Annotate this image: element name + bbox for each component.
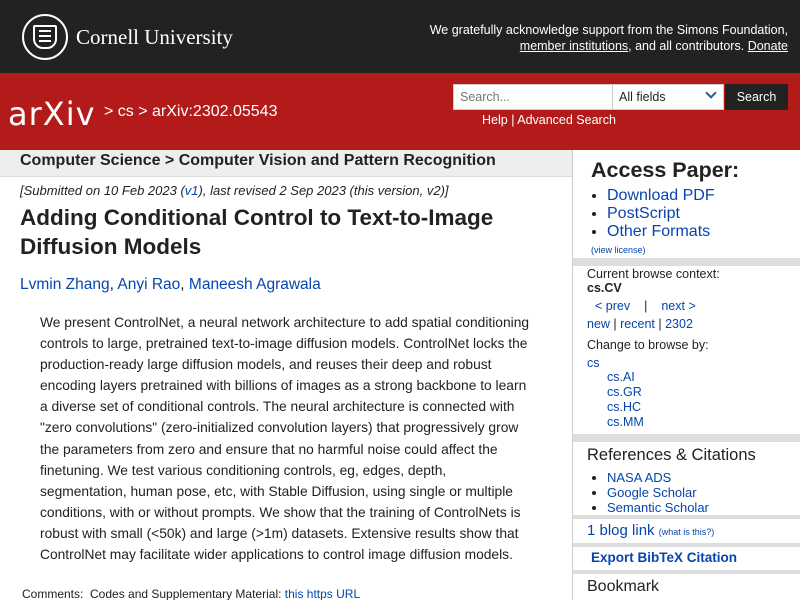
- other-formats-link[interactable]: Other Formats: [607, 223, 710, 240]
- member-institutions-link[interactable]: member institutions: [520, 39, 628, 53]
- abstract: We present ControlNet, a neural network …: [40, 315, 530, 563]
- download-pdf-link[interactable]: Download PDF: [607, 187, 715, 204]
- paper-title: Adding Conditional Control to Text-to-Im…: [20, 205, 494, 259]
- what-is-this-link[interactable]: (what is this?): [659, 527, 715, 537]
- support-text: We gratefully acknowledge support from t…: [429, 23, 788, 53]
- references-heading: References & Citations: [587, 446, 756, 464]
- submission-dateline: [Submitted on 10 Feb 2023 (v1), last rev…: [20, 183, 449, 198]
- author-link[interactable]: Anyi Rao: [117, 276, 180, 293]
- prev-link[interactable]: < prev: [595, 299, 630, 313]
- top-bar: Cornell University We gratefully acknowl…: [0, 0, 800, 73]
- blog-link[interactable]: 1 blog link: [587, 522, 655, 539]
- divider: [573, 258, 800, 266]
- recent-link[interactable]: recent: [620, 317, 655, 331]
- advanced-search-link[interactable]: Advanced Search: [517, 113, 616, 127]
- browse-cs-mm-link[interactable]: cs.MM: [607, 415, 644, 429]
- blog-links: 1 blog link (what is this?): [587, 522, 714, 539]
- help-link[interactable]: Help: [482, 113, 508, 127]
- breadcrumb: > cs > arXiv:2302.05543: [104, 103, 278, 120]
- cornell-seal-icon: [22, 14, 68, 60]
- help-links: Help | Advanced Search: [482, 113, 616, 127]
- author-link[interactable]: Lvmin Zhang: [20, 276, 110, 293]
- author-list: Lvmin Zhang, Anyi Rao, Maneesh Agrawala: [20, 276, 321, 293]
- search-button[interactable]: Search: [725, 84, 788, 110]
- bookmark-heading: Bookmark: [587, 578, 660, 595]
- divider: [573, 515, 800, 519]
- google-scholar-link[interactable]: Google Scholar: [607, 485, 697, 500]
- divider: [573, 570, 800, 574]
- breadcrumb-arxiv-id: arXiv:2302.05543: [152, 103, 278, 120]
- period-link[interactable]: 2302: [665, 317, 693, 331]
- browse-context-value: cs.CV: [587, 281, 622, 295]
- subject-header: Computer Science > Computer Vision and P…: [0, 150, 572, 177]
- export-bibtex-link[interactable]: Export BibTeX Citation: [591, 550, 737, 565]
- donate-link[interactable]: Donate: [748, 39, 788, 53]
- breadcrumb-cs[interactable]: cs: [118, 103, 134, 120]
- browse-cs-ai-link[interactable]: cs.AI: [607, 370, 635, 384]
- view-license-link[interactable]: (view license): [591, 245, 646, 255]
- access-paper-heading: Access Paper:: [591, 158, 740, 182]
- university-name: Cornell University: [76, 24, 233, 49]
- cornell-logo[interactable]: Cornell University: [22, 14, 233, 60]
- v1-link[interactable]: v1: [185, 183, 199, 198]
- change-browse-label: Change to browse by:: [587, 338, 709, 352]
- browse-context-label: Current browse context:: [587, 267, 720, 281]
- sidebar: Access Paper: Download PDF PostScript Ot…: [572, 150, 800, 600]
- browse-cs-link[interactable]: cs: [587, 356, 600, 370]
- divider: [573, 434, 800, 442]
- chevron-down-icon: [705, 87, 717, 99]
- author-link[interactable]: Maneesh Agrawala: [189, 276, 321, 293]
- comments-url-link[interactable]: this https URL: [285, 587, 360, 600]
- prev-next-nav: < prev | next >: [595, 299, 696, 313]
- nasa-ads-link[interactable]: NASA ADS: [607, 470, 671, 485]
- browse-cs-hc-link[interactable]: cs.HC: [607, 400, 641, 414]
- references-links: NASA ADS Google Scholar Semantic Scholar: [607, 470, 709, 515]
- next-link[interactable]: next >: [661, 299, 695, 313]
- postscript-link[interactable]: PostScript: [607, 205, 680, 222]
- comments: Comments: Codes and Supplementary Materia…: [22, 587, 361, 600]
- arxiv-logo[interactable]: arXiv: [8, 95, 96, 133]
- divider: [573, 543, 800, 547]
- browse-subcategories: cs.AI cs.GR cs.HC cs.MM: [607, 370, 644, 430]
- browse-cs-gr-link[interactable]: cs.GR: [607, 385, 642, 399]
- new-recent-nav: new | recent | 2302: [587, 317, 693, 331]
- search-input[interactable]: [453, 84, 613, 110]
- new-link[interactable]: new: [587, 317, 610, 331]
- search-field-select[interactable]: All fields: [612, 84, 724, 110]
- semantic-scholar-link[interactable]: Semantic Scholar: [607, 500, 709, 515]
- main-content: Computer Science > Computer Vision and P…: [0, 150, 572, 600]
- access-links: Download PDF PostScript Other Formats: [607, 187, 715, 241]
